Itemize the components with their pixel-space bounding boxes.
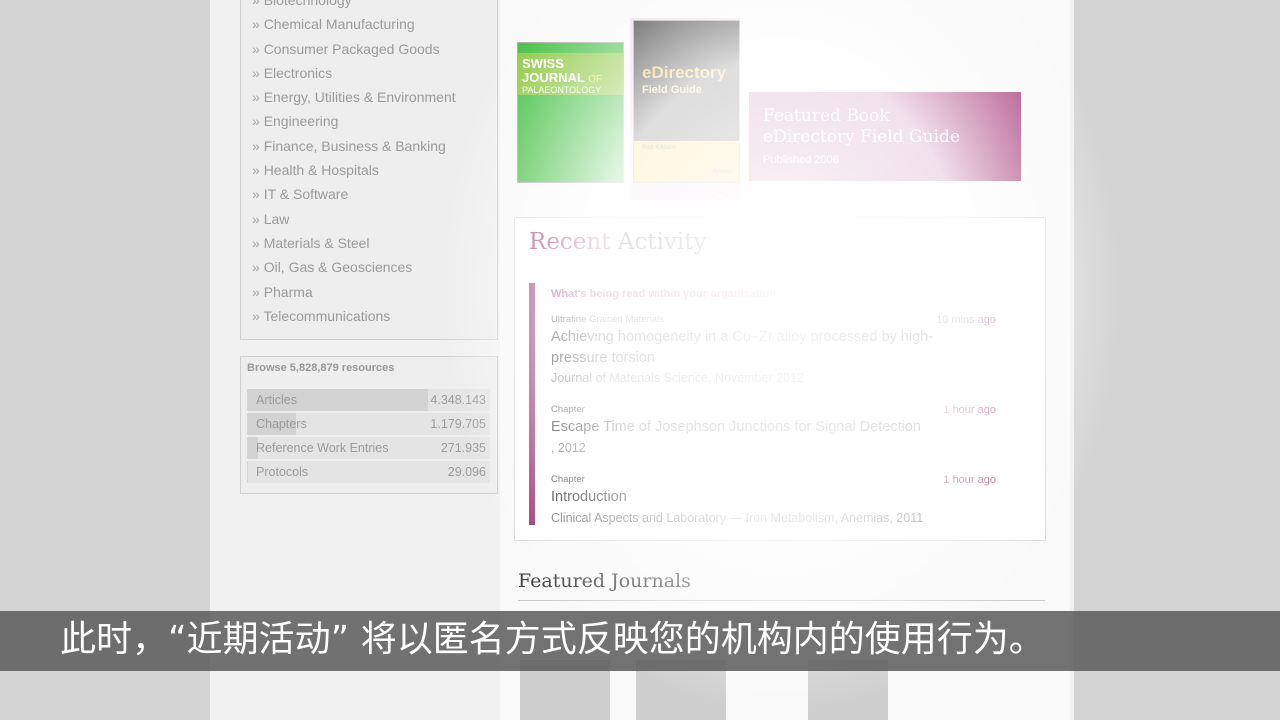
browse-row-chapters[interactable]: Chapters 1.179.705	[247, 413, 490, 435]
chevron-up-icon: ︿	[714, 186, 728, 201]
category-link-oil-gas[interactable]: Oil, Gas & Geosciences	[252, 255, 456, 279]
video-caption-bar: 此时，“近期活动” 将以匿名方式反映您的机构内的使用行为。	[0, 611, 1280, 671]
cover-subtitle: Field Guide	[642, 84, 702, 96]
category-link-telecommunications[interactable]: Telecommunications	[252, 304, 456, 328]
browse-row-count: 1.179.705	[430, 417, 486, 431]
activity-source: Journal of Materials Science, November 2…	[551, 371, 804, 385]
activity-kind: Ultrafine Grained Materials	[551, 314, 664, 325]
featured-book-published: Published 2006	[763, 154, 839, 166]
cover-title-word: JOURNAL	[522, 70, 585, 85]
category-link-finance[interactable]: Finance, Business & Banking	[252, 134, 456, 158]
featured-book-title: eDirectory Field Guide	[763, 127, 960, 147]
recent-activity-title: Recent Activity	[529, 229, 706, 255]
featured-book-heading: Featured Book	[763, 106, 890, 126]
cover-title-line: JOURNAL OF	[522, 71, 602, 86]
category-link-engineering[interactable]: Engineering	[252, 109, 456, 133]
edirectory-cover[interactable]: eDirectory Field Guide Rick Killpack Apr…	[633, 20, 740, 183]
browse-row-articles[interactable]: Articles 4.348.143	[247, 389, 490, 411]
featured-journals-heading: Featured Journals	[518, 570, 691, 592]
browse-title: Browse 5,828,879 resources	[247, 362, 395, 374]
category-link-law[interactable]: Law	[252, 207, 456, 231]
activity-time: 1 hour ago	[943, 474, 996, 486]
featured-book-banner[interactable]: Featured Book eDirectory Field Guide Pub…	[749, 92, 1021, 181]
activity-time: 1 hour ago	[943, 404, 996, 416]
browse-row-protocols[interactable]: Protocols 29.096	[247, 461, 490, 483]
category-link-electronics[interactable]: Electronics	[252, 61, 456, 85]
category-link-materials-steel[interactable]: Materials & Steel	[252, 231, 456, 255]
swiss-journal-cover[interactable]: SWISS JOURNAL OF PALAEONTOLOGY	[517, 42, 624, 183]
category-link-pharma[interactable]: Pharma	[252, 280, 456, 304]
cover-title: eDirectory	[642, 63, 727, 82]
browse-row-label: Chapters	[256, 417, 307, 431]
cover-title-line: SWISS	[522, 56, 564, 71]
browse-bar	[247, 461, 249, 483]
category-link-energy[interactable]: Energy, Utilities & Environment	[252, 85, 456, 109]
activity-title-link[interactable]: Introduction	[551, 487, 981, 508]
cover-author: Rick Killpack	[642, 145, 677, 151]
browse-row-count: 29.096	[447, 465, 486, 479]
activity-kind: Chapter	[551, 474, 585, 485]
activity-title-link[interactable]: Escape Time of Josephson Junctions for S…	[551, 417, 981, 438]
browse-row-label: Articles	[256, 393, 297, 407]
activity-time: 10 mins ago	[936, 314, 996, 326]
activity-kind: Chapter	[551, 404, 585, 415]
category-link-it-software[interactable]: IT & Software	[252, 182, 456, 206]
activity-source: , 2012	[551, 441, 586, 455]
recent-activity-subheading: What's being read within your organisati…	[551, 288, 777, 300]
cover-publisher: Apress	[712, 169, 731, 175]
browse-row-count: 4.348.143	[430, 393, 486, 407]
category-list: Biotechnology Chemical Manufacturing Con…	[252, 0, 456, 328]
video-caption: 此时，“近期活动” 将以匿名方式反映您的机构内的使用行为。	[60, 619, 1045, 660]
accent-bar	[529, 283, 535, 525]
category-link-health[interactable]: Health & Hospitals	[252, 158, 456, 182]
activity-title-link[interactable]: Achieving homogeneity in a Cu–Zr alloy p…	[551, 327, 981, 369]
cover-title-line: PALAEONTOLOGY	[522, 85, 602, 95]
browse-row-reference-work-entries[interactable]: Reference Work Entries 271.935	[247, 437, 490, 459]
title-rest: Activity	[617, 229, 707, 255]
category-link-consumer-packaged-goods[interactable]: Consumer Packaged Goods	[252, 37, 456, 61]
cover-title-word: OF	[588, 74, 603, 85]
browse-row-label: Protocols	[256, 465, 309, 479]
browse-row-count: 271.935	[440, 441, 486, 455]
section-divider	[518, 600, 1045, 601]
category-link-chemical-manufacturing[interactable]: Chemical Manufacturing	[252, 12, 456, 36]
browse-row-label: Reference Work Entries	[256, 441, 389, 455]
title-accent: Recent	[529, 229, 611, 255]
activity-source: Clinical Aspects and Laboratory — Iron M…	[551, 511, 924, 525]
category-link-biotechnology[interactable]: Biotechnology	[252, 0, 456, 12]
browse-rows: Articles 4.348.143 Chapters 1.179.705 Re…	[247, 389, 490, 485]
